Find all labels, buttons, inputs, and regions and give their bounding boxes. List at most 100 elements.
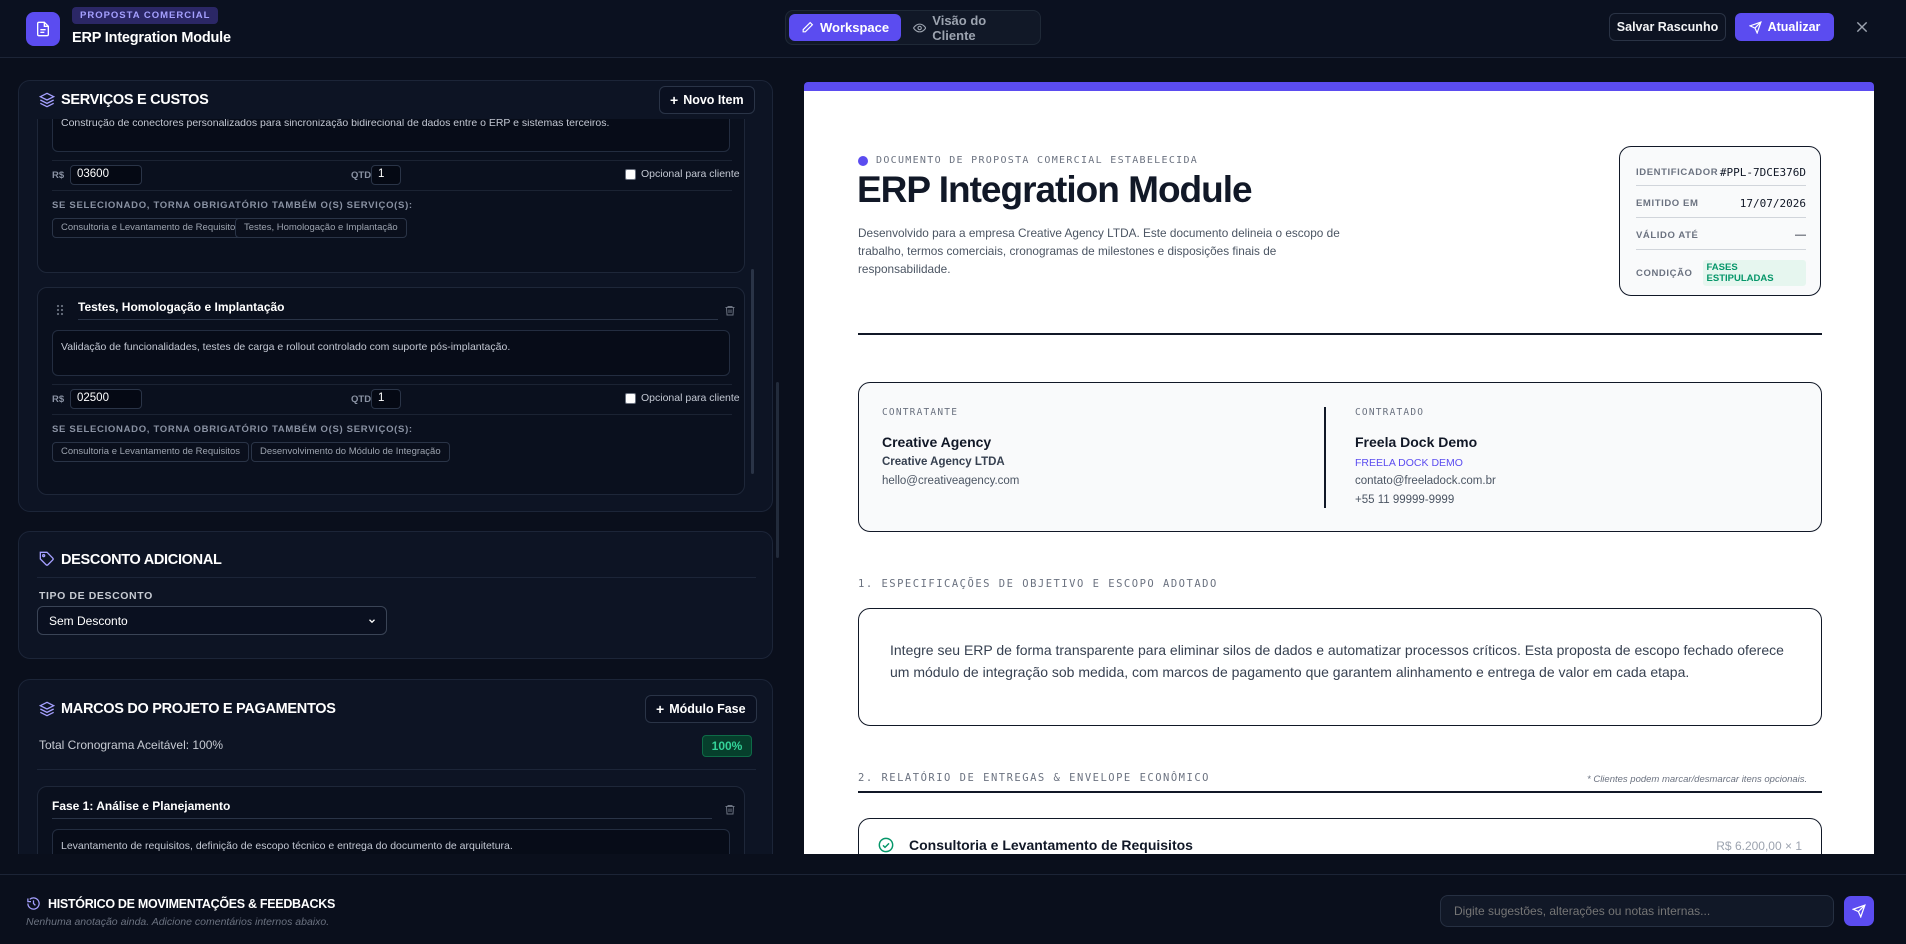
dependency-title: SE SELECIONADO, TORNA OBRIGATÓRIO TAMBÉM…	[52, 424, 413, 435]
document-title: ERP Integration Module	[72, 30, 231, 46]
service-item: Testes, Homologação e Implantação Valida…	[37, 287, 745, 495]
plus-icon: +	[670, 92, 679, 108]
send-note-button[interactable]	[1844, 896, 1874, 926]
save-draft-button[interactable]: Salvar Rascunho	[1609, 13, 1726, 41]
eye-icon	[913, 23, 927, 32]
qty-input[interactable]: 1	[371, 165, 401, 185]
discount-title: DESCONTO ADICIONAL	[61, 552, 222, 568]
phase-item: Fase 1: Análise e Planejamento Levantame…	[37, 786, 745, 854]
history-bar: HISTÓRICO DE MOVIMENTAÇÕES & FEEDBACKS N…	[0, 874, 1906, 944]
meta-id-label: IDENTIFICADOR	[1636, 167, 1719, 178]
service-line-card[interactable]: Consultoria e Levantamento de Requisitos…	[858, 818, 1822, 854]
editor-scrollbar[interactable]	[776, 382, 779, 558]
services-panel: SERVIÇOS E CUSTOS + Novo Item Construção…	[18, 80, 773, 512]
client-email: hello@creativeagency.com	[882, 475, 1020, 487]
optional-label: Opcional para cliente	[641, 168, 740, 180]
dependency-chip[interactable]: Desenvolvimento do Módulo de Integração	[251, 442, 450, 462]
divider	[37, 769, 756, 770]
service-line-price: R$ 6.200,00 × 1	[1716, 839, 1802, 853]
update-button[interactable]: Atualizar	[1735, 13, 1834, 41]
editor-pane[interactable]: SERVIÇOS E CUSTOS + Novo Item Construção…	[0, 58, 790, 854]
price-input[interactable]: 02500	[70, 389, 142, 409]
preview-subtitle: Desenvolvido para a empresa Creative Age…	[858, 226, 1340, 276]
optional-checkbox[interactable]	[625, 393, 636, 404]
services-scrollbar[interactable]	[751, 269, 754, 474]
tab-workspace[interactable]: Workspace	[789, 14, 902, 41]
contractor-name: Freela Dock Demo	[1355, 434, 1478, 450]
meta-issued-label: EMITIDO EM	[1636, 198, 1699, 209]
contractor-email: contato@freeladock.com.br	[1355, 475, 1496, 487]
trash-icon[interactable]	[724, 803, 736, 816]
dependency-chip[interactable]: Consultoria e Levantamento de Requisitos	[52, 218, 250, 238]
currency-label: R$	[52, 394, 65, 405]
document-icon	[26, 12, 60, 46]
divider	[858, 333, 1822, 335]
eyebrow-text: DOCUMENTO DE PROPOSTA COMERCIAL ESTABELE…	[876, 155, 1199, 166]
divider	[52, 414, 732, 415]
service-description[interactable]: Validação de funcionalidades, testes de …	[52, 330, 730, 376]
divider	[1636, 185, 1806, 186]
chevron-down-icon	[369, 618, 375, 623]
send-icon	[1852, 904, 1866, 918]
discount-type-label: TIPO DE DESCONTO	[39, 590, 153, 602]
drag-handle-icon[interactable]	[56, 304, 64, 316]
dependency-chip[interactable]: Consultoria e Levantamento de Requisitos	[52, 442, 250, 462]
discount-panel: DESCONTO ADICIONAL TIPO DE DESCONTO Sem …	[18, 531, 773, 659]
close-icon	[1856, 21, 1868, 33]
dependency-chip[interactable]: Testes, Homologação e Implantação	[235, 218, 407, 238]
meta-issued-value: 17/07/2026	[1739, 197, 1806, 210]
proposal-badge: PROPOSTA COMERCIAL	[72, 7, 219, 24]
tab-client-view-label: Visão do Cliente	[932, 12, 987, 43]
qty-input[interactable]: 1	[371, 389, 401, 409]
service-description[interactable]: Construção de conectores personalizados …	[52, 119, 730, 152]
update-button-label: Atualizar	[1767, 20, 1821, 34]
history-title: HISTÓRICO DE MOVIMENTAÇÕES & FEEDBACKS	[48, 897, 335, 911]
tab-workspace-label: Workspace	[820, 20, 890, 35]
note-input[interactable]	[1440, 895, 1834, 927]
optional-items-note: * Clientes podem marcar/desmarcar itens …	[1587, 774, 1808, 785]
contractor-company: FREELA DOCK DEMO	[1355, 457, 1463, 469]
client-company: Creative Agency LTDA	[882, 456, 1005, 468]
phase-name-input[interactable]: Fase 1: Análise e Planejamento	[52, 793, 712, 819]
new-item-button[interactable]: + Novo Item	[659, 86, 755, 114]
plus-icon: +	[656, 701, 665, 717]
meta-condition-value: FASES ESTIPULADAS	[1702, 260, 1806, 286]
view-toggle: Workspace Visão do Cliente	[785, 10, 1041, 45]
section-scope-heading: 1. ESPECIFICAÇÕES DE OBJETIVO E ESCOPO A…	[858, 578, 1218, 590]
optional-checkbox[interactable]	[625, 169, 636, 180]
qty-label: QTD	[351, 394, 372, 405]
discount-type-select[interactable]: Sem Desconto	[37, 606, 387, 635]
close-button[interactable]	[1850, 15, 1874, 39]
services-list: Construção de conectores personalizados …	[19, 119, 774, 513]
price-input[interactable]: 03600	[70, 165, 142, 185]
tab-client-view[interactable]: Visão do Cliente	[901, 12, 1040, 43]
new-item-label: Novo Item	[683, 93, 744, 107]
milestones-title: MARCOS DO PROJETO E PAGAMENTOS	[61, 701, 336, 717]
divider	[52, 190, 732, 191]
divider	[52, 384, 732, 385]
discount-type-value: Sem Desconto	[49, 613, 128, 628]
currency-label: R$	[52, 170, 65, 181]
trash-icon[interactable]	[724, 304, 736, 317]
service-line-name: Consultoria e Levantamento de Requisitos	[909, 837, 1193, 853]
divider	[37, 577, 756, 578]
client-label: CONTRATANTE	[882, 407, 959, 418]
meta-id-value: #PPL-7DCE376D	[1719, 166, 1806, 179]
parties-card: CONTRATANTE Creative Agency Creative Age…	[858, 382, 1822, 532]
service-item: Construção de conectores personalizados …	[37, 119, 745, 273]
add-phase-button[interactable]: + Módulo Fase	[645, 695, 757, 723]
service-name-input[interactable]: Testes, Homologação e Implantação	[78, 294, 718, 320]
qty-label: QTD	[351, 170, 372, 181]
layers-icon	[39, 701, 55, 717]
phase-description[interactable]: Levantamento de requisitos, definição de…	[52, 829, 730, 854]
schedule-total-label: Total Cronograma Aceitável: 100%	[39, 738, 224, 752]
proposal-preview[interactable]: DOCUMENTO DE PROPOSTA COMERCIAL ESTABELE…	[804, 82, 1874, 854]
contractor-label: CONTRATADO	[1355, 407, 1425, 418]
metadata-card: IDENTIFICADOR #PPL-7DCE376D EMITIDO EM 1…	[1619, 146, 1821, 296]
client-name: Creative Agency	[882, 434, 992, 450]
divider	[1636, 249, 1806, 250]
check-circle-icon	[878, 837, 894, 853]
optional-label: Opcional para cliente	[641, 392, 740, 404]
preview-title: ERP Integration Module	[857, 169, 1253, 210]
preview-eyebrow: DOCUMENTO DE PROPOSTA COMERCIAL ESTABELE…	[858, 155, 1198, 166]
